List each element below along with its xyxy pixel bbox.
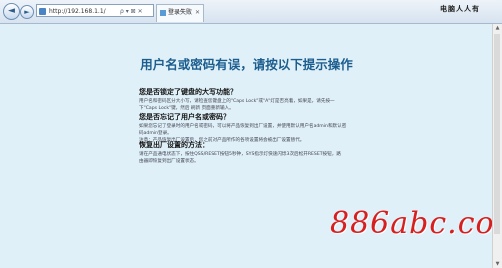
tab-close-icon[interactable]: ✕ <box>195 5 200 21</box>
section-heading: 恢复出厂设置的方法： <box>139 141 209 149</box>
section-line: 请在产品通电状态下，按住QSS/RESET按钮5秒钟，SYS指示灯快速闪烁3次后… <box>139 152 341 157</box>
site-watermark: 电脑人人有 <box>440 5 480 13</box>
address-tools-icons[interactable]: ρ ▾ ⊠ ✕ <box>120 8 143 15</box>
scroll-thumb[interactable] <box>494 34 500 234</box>
section-line: 由器即恢复到出厂设置状态。 <box>139 159 199 164</box>
address-text: http://192.168.1.1/ <box>49 8 106 15</box>
section-line: 用户名和密码区分大小写，请检查您键盘上的"Caps Lock"或"A"灯是否亮着… <box>139 99 335 104</box>
section-line: 如果您忘记了登录时的用户名或密码，可以将产品恢复到出厂设置，并使用默认用户名ad… <box>139 124 347 129</box>
scroll-up-icon[interactable]: ▲ <box>494 24 501 32</box>
page-title: 用户名或密码有误，请按以下提示操作 <box>140 57 353 72</box>
section-line: 下"Caps Lock"键，然后 刷新 页面重新输入。 <box>139 106 234 111</box>
back-button[interactable]: ◄ <box>3 3 20 20</box>
scroll-down-icon[interactable]: ▼ <box>494 260 501 268</box>
section-line: 码admin登录。 <box>139 131 172 136</box>
page-content: 用户名或密码有误，请按以下提示操作 您是否锁定了键盘的大写功能？ 用户名和密码区… <box>0 24 502 268</box>
section-factory-reset: 恢复出厂设置的方法： 请在产品通电状态下，按住QSS/RESET按钮5秒钟，SY… <box>139 141 369 165</box>
tab-favicon-icon <box>160 10 166 16</box>
section-forgot-password: 您是否忘记了用户名或密码？ 如果您忘记了登录时的用户名或密码，可以将产品恢复到出… <box>139 113 369 144</box>
section-heading: 您是否忘记了用户名或密码？ <box>139 113 230 121</box>
tab-login-failed[interactable]: 登录失败 ✕ <box>156 4 204 22</box>
browser-toolbar: ◄ ► http://192.168.1.1/ ρ ▾ ⊠ ✕ 登录失败 ✕ 电… <box>0 0 502 24</box>
section-heading: 您是否锁定了键盘的大写功能？ <box>139 88 237 96</box>
section-caps-lock: 您是否锁定了键盘的大写功能？ 用户名和密码区分大小写，请检查您键盘上的"Caps… <box>139 88 369 112</box>
page-icon <box>39 8 46 15</box>
section-text: 请在产品通电状态下，按住QSS/RESET按钮5秒钟，SYS指示灯快速闪烁3次后… <box>139 151 369 165</box>
section-text: 用户名和密码区分大小写，请检查您键盘上的"Caps Lock"或"A"灯是否亮着… <box>139 98 369 112</box>
tab-title: 登录失败 <box>168 9 193 16</box>
brand-watermark: 886abc.com <box>330 206 502 241</box>
vertical-scrollbar[interactable]: ▲ ▼ <box>492 24 502 268</box>
forward-button[interactable]: ► <box>20 5 34 19</box>
